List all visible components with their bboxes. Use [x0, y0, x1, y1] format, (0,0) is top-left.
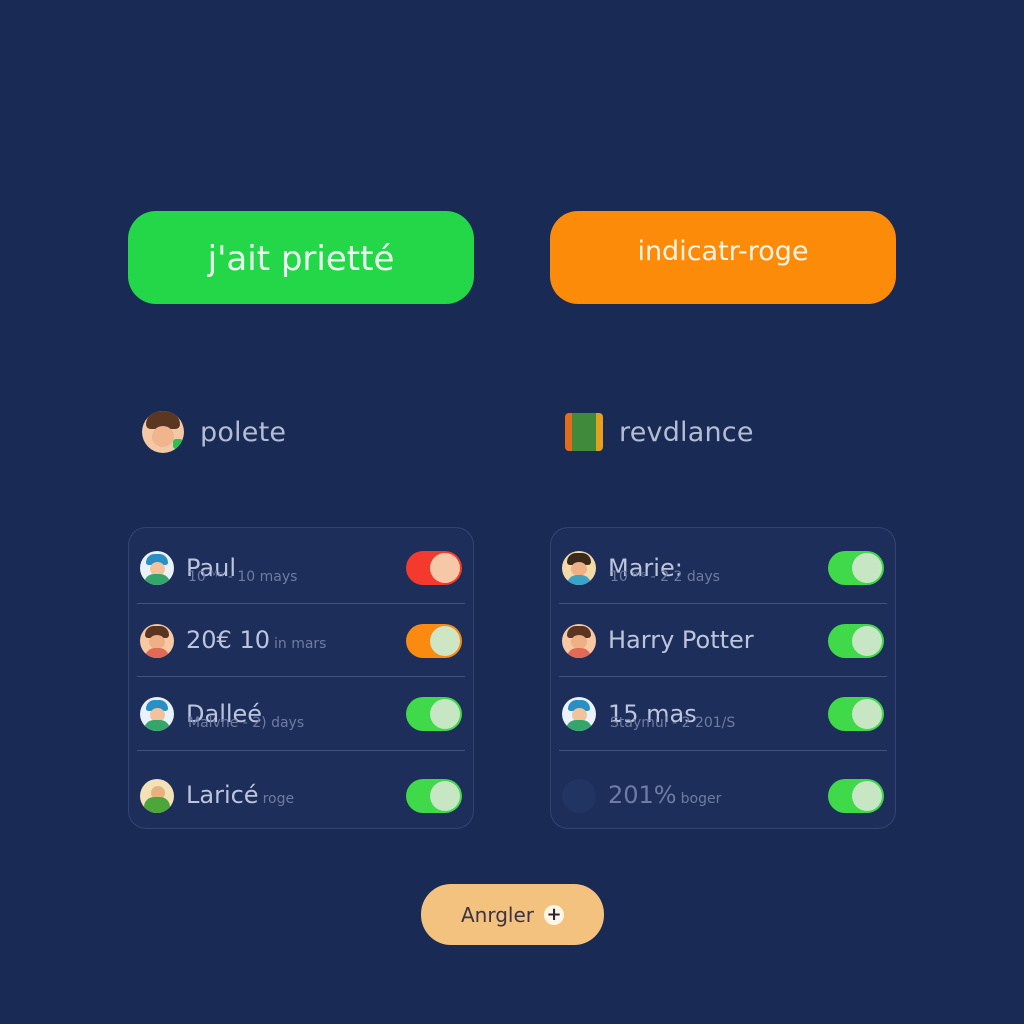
list-item-title-text: Laricé [186, 781, 259, 809]
avatar [140, 697, 174, 731]
divider [559, 676, 887, 677]
section-title: revdlance [619, 416, 754, 448]
list-item-title: 201% boger [608, 781, 721, 809]
divider [137, 603, 465, 604]
section-header-polete: polete [142, 410, 286, 454]
divider [559, 603, 887, 604]
list-item[interactable]: 201% boger [559, 774, 887, 818]
avatar [140, 551, 174, 585]
right-list-panel: Marie: 10 ᵐˢ - 2 2 days Harry Potter 15 … [550, 527, 896, 829]
list-item-title: Laricé roge [186, 781, 294, 809]
list-item-title: 20€ 10 in mars [186, 626, 326, 654]
toggle-switch[interactable] [406, 779, 462, 813]
avatar [140, 624, 174, 658]
list-item-subtitle: Staymul - 2 201/S [610, 715, 736, 731]
section-header-revdlance: revdlance [565, 410, 754, 454]
list-item[interactable]: Harry Potter [559, 619, 887, 663]
left-list-panel: Paul 10 ᴹⁿ - 10 mays 20€ 10 in mars Dall… [128, 527, 474, 829]
divider [137, 676, 465, 677]
list-item[interactable]: 15 mas Staymul - 2 201/S [559, 692, 887, 736]
toggle-switch[interactable] [828, 697, 884, 731]
divider [137, 750, 465, 751]
section-title: polete [200, 416, 287, 448]
avatar [562, 697, 596, 731]
list-item[interactable]: Marie: 10 ᵐˢ - 2 2 days [559, 546, 887, 590]
list-item-title: Harry Potter [608, 626, 754, 654]
avatar [562, 624, 596, 658]
toggle-switch[interactable] [828, 779, 884, 813]
list-item-title-text: 20€ 10 [186, 626, 270, 654]
divider [559, 750, 887, 751]
book-icon [565, 413, 603, 451]
list-item-title-text: 201% [608, 781, 677, 809]
anrgler-add-button[interactable]: Anrgler + [421, 884, 604, 945]
jait-priette-label: j'ait prietté [207, 238, 395, 279]
list-item-subtitle: roge [262, 791, 295, 807]
plus-icon: + [544, 904, 564, 925]
avatar [140, 779, 174, 813]
list-item[interactable]: Paul 10 ᴹⁿ - 10 mays [137, 546, 465, 590]
list-item[interactable]: Laricé roge [137, 774, 465, 818]
toggle-switch[interactable] [828, 624, 884, 658]
list-item[interactable]: 20€ 10 in mars [137, 619, 465, 663]
avatar [562, 551, 596, 585]
indicatr-roge-button[interactable]: indicatr-roge [550, 211, 896, 304]
jait-priette-button[interactable]: j'ait prietté [128, 211, 474, 304]
avatar-icon [142, 411, 184, 453]
indicatr-roge-label: indicatr-roge [637, 236, 809, 267]
avatar [562, 779, 596, 813]
toggle-switch[interactable] [406, 697, 462, 731]
list-item-subtitle: 10 ᵐˢ - 2 2 days [610, 569, 720, 585]
list-item-subtitle: 10 ᴹⁿ - 10 mays [188, 569, 298, 585]
list-item-subtitle: Malvne - 2) days [188, 715, 305, 731]
list-item-subtitle: in mars [273, 636, 327, 652]
list-item[interactable]: Dalleé Malvne - 2) days [137, 692, 465, 736]
anrgler-label: Anrgler [460, 902, 534, 927]
toggle-switch[interactable] [828, 551, 884, 585]
list-item-subtitle: boger [680, 791, 722, 807]
toggle-switch[interactable] [406, 624, 462, 658]
toggle-switch[interactable] [406, 551, 462, 585]
